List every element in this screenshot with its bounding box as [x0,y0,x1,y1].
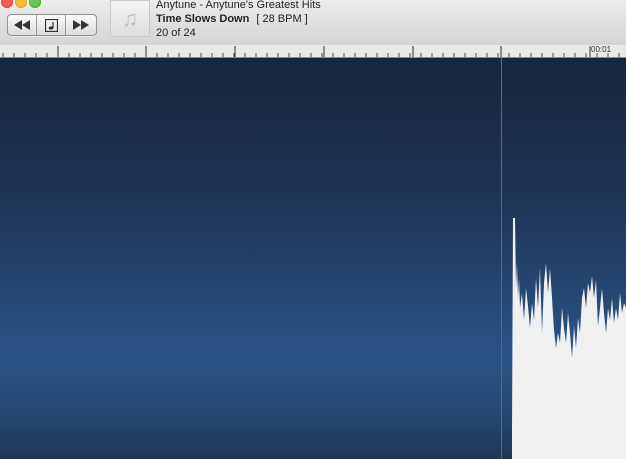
time-ruler[interactable]: 00:01 [0,45,626,58]
ruler-time-label: 00:01 [591,45,612,54]
waveform [512,218,626,459]
ruler-ticks [2,46,620,57]
sheet-music-icon [44,18,58,32]
album-artwork: ♫ [110,0,150,37]
toolbar: ♫ Anytune - Anytune's Greatest Hits Time… [0,0,626,46]
fast-forward-icon [73,20,89,30]
artist-album-label: Anytune - Anytune's Greatest Hits [156,0,321,11]
zoom-window-button[interactable] [29,0,41,8]
track-position: 20 of 24 [156,27,196,39]
playhead[interactable] [501,58,502,459]
song-title-row: Time Slows Down [ 28 BPM ] [156,12,321,26]
minimize-window-button[interactable] [15,0,27,8]
waveform-shape [512,218,626,459]
waveform-display[interactable] [0,58,626,459]
now-playing-info: Anytune - Anytune's Greatest Hits Time S… [156,0,321,40]
bpm-label: [ 28 BPM ] [256,13,308,25]
fast-forward-button[interactable] [66,15,96,35]
music-note-icon: ♫ [121,5,139,31]
sheet-music-button[interactable] [37,15,66,35]
rewind-icon [14,20,30,30]
rewind-button[interactable] [8,15,37,35]
transport-controls [7,14,97,36]
song-title: Time Slows Down [156,13,250,25]
close-window-button[interactable] [1,0,13,8]
